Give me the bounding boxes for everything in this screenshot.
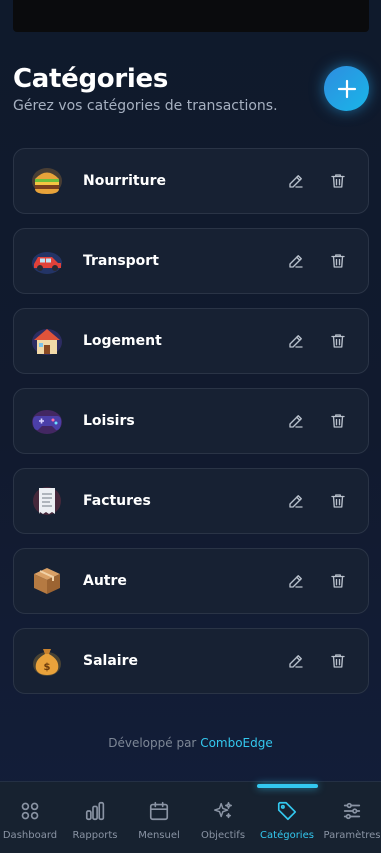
- nav-label: Mensuel: [138, 830, 180, 841]
- pencil-icon: [289, 175, 303, 188]
- delete-button[interactable]: [327, 490, 349, 512]
- footer-prefix: Développé par: [108, 736, 197, 750]
- nav-label: Dashboard: [2, 830, 58, 841]
- active-tab-indicator: [257, 784, 318, 788]
- category-name: Transport: [83, 253, 159, 269]
- page-subtitle: Gérez vos catégories de transactions.: [13, 98, 278, 114]
- pencil-icon: [289, 655, 303, 668]
- pencil-icon: [289, 335, 303, 348]
- nav-label: Objectifs: [200, 830, 246, 841]
- trash-icon: [331, 574, 345, 588]
- delete-button[interactable]: [327, 650, 349, 672]
- category-name: Salaire: [83, 653, 138, 669]
- delete-button[interactable]: [327, 570, 349, 592]
- category-card[interactable]: Nourriture: [13, 148, 369, 214]
- pencil-icon: [289, 575, 303, 588]
- edit-button[interactable]: [285, 250, 307, 272]
- plus-icon: [337, 79, 356, 98]
- edit-button[interactable]: [285, 570, 307, 592]
- nav-item-parametres[interactable]: Paramètres: [320, 782, 381, 853]
- gamepad-icon: [30, 404, 64, 438]
- trash-icon: [331, 654, 345, 668]
- category-card[interactable]: Transport: [13, 228, 369, 294]
- pencil-icon: [289, 415, 303, 428]
- house-icon: [30, 324, 64, 358]
- category-list: Nourriture Transport Logement Loisirs Fa…: [13, 148, 369, 708]
- nav-label: Rapports: [72, 830, 118, 841]
- edit-button[interactable]: [285, 410, 307, 432]
- sliders-icon: [343, 802, 361, 820]
- category-name: Autre: [83, 573, 127, 589]
- calendar-icon: [149, 801, 169, 821]
- nav-label: Paramètres: [323, 830, 381, 841]
- pencil-icon: [289, 495, 303, 508]
- delete-button[interactable]: [327, 330, 349, 352]
- edit-button[interactable]: [285, 650, 307, 672]
- trash-icon: [331, 254, 345, 268]
- bottom-nav: Dashboard Rapports Mensuel Objectifs Cat…: [0, 781, 381, 853]
- trash-icon: [331, 494, 345, 508]
- nav-item-objectifs[interactable]: Objectifs: [191, 782, 255, 853]
- category-card[interactable]: Factures: [13, 468, 369, 534]
- edit-button[interactable]: [285, 170, 307, 192]
- category-card[interactable]: $ Salaire: [13, 628, 369, 694]
- top-status-bar: [13, 0, 369, 32]
- edit-button[interactable]: [285, 490, 307, 512]
- nav-item-categories[interactable]: Catégories: [255, 782, 319, 853]
- category-card[interactable]: Loisirs: [13, 388, 369, 454]
- grid-icon: [21, 802, 39, 820]
- pencil-icon: [289, 255, 303, 268]
- package-icon: [30, 564, 64, 598]
- nav-item-dashboard[interactable]: Dashboard: [0, 782, 62, 853]
- category-name: Factures: [83, 493, 151, 509]
- sparkles-icon: [214, 802, 232, 819]
- trash-icon: [331, 174, 345, 188]
- footer-credit: Développé par ComboEdge: [0, 736, 381, 750]
- trash-icon: [331, 334, 345, 348]
- delete-button[interactable]: [327, 410, 349, 432]
- car-icon: [30, 244, 64, 278]
- svg-text:$: $: [44, 662, 51, 673]
- footer-brand-link[interactable]: ComboEdge: [200, 736, 273, 750]
- category-card[interactable]: Autre: [13, 548, 369, 614]
- add-category-button[interactable]: [324, 66, 369, 111]
- delete-button[interactable]: [327, 250, 349, 272]
- category-name: Logement: [83, 333, 162, 349]
- bar-chart-icon: [85, 801, 105, 821]
- tag-icon: [277, 801, 297, 821]
- edit-button[interactable]: [285, 330, 307, 352]
- page-title: Catégories: [13, 64, 169, 94]
- burger-icon: [30, 164, 64, 198]
- nav-label: Catégories: [260, 830, 314, 841]
- nav-item-rapports[interactable]: Rapports: [63, 782, 127, 853]
- trash-icon: [331, 414, 345, 428]
- delete-button[interactable]: [327, 170, 349, 192]
- category-name: Loisirs: [83, 413, 135, 429]
- money-bag-icon: $: [30, 644, 64, 678]
- receipt-icon: [30, 484, 64, 518]
- category-card[interactable]: Logement: [13, 308, 369, 374]
- category-name: Nourriture: [83, 173, 166, 189]
- nav-item-mensuel[interactable]: Mensuel: [127, 782, 191, 853]
